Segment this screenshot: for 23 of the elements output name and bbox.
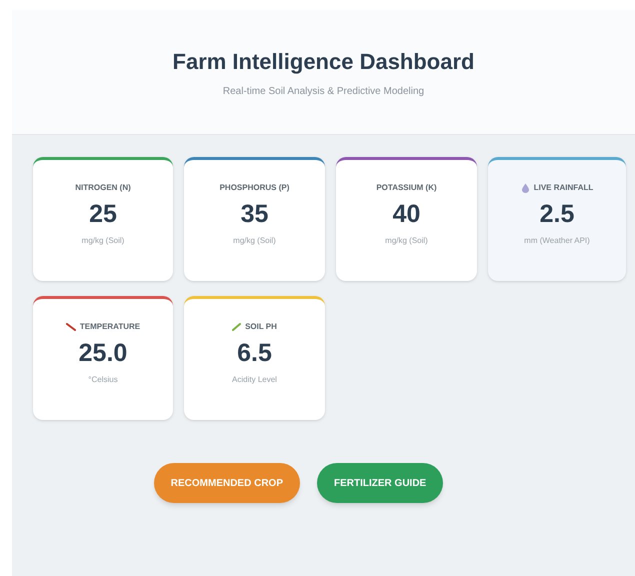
droplet-icon <box>520 183 530 193</box>
metric-unit: mg/kg (Soil) <box>385 235 428 247</box>
metric-unit: Acidity Level <box>232 374 277 386</box>
metric-label: NITROGEN (N) <box>75 182 131 194</box>
metric-label: POTASSIUM (K) <box>376 182 437 194</box>
metric-unit: mm (Weather API) <box>524 235 590 247</box>
metric-value: 25 <box>89 202 117 227</box>
dashboard-subtitle: Real-time Soil Analysis & Predictive Modeling <box>222 85 424 99</box>
metric-label: LIVE RAINFALL <box>534 182 594 194</box>
metric-value: 25.0 <box>78 341 128 366</box>
metric-unit: mg/kg (Soil) <box>82 235 124 247</box>
metric-unit: mg/kg (Soil) <box>233 235 276 247</box>
action-button[interactable]: FERTILIZER GUIDE <box>317 463 444 503</box>
metric-value: 2.5 <box>540 202 574 227</box>
metric-label: PHOSPHORUS (P) <box>220 182 290 194</box>
metric-label: SOIL PH <box>245 321 277 333</box>
metric-label: TEMPERATURE <box>80 321 140 333</box>
metric-unit: °Celsius <box>88 374 118 386</box>
metric-value: 35 <box>240 202 268 227</box>
action-button[interactable]: RECOMMENDED CROP <box>154 463 300 503</box>
metric-value: 40 <box>392 202 420 227</box>
dashboard-title: Farm Intelligence Dashboard <box>172 48 474 76</box>
metric-value: 6.5 <box>237 341 272 366</box>
